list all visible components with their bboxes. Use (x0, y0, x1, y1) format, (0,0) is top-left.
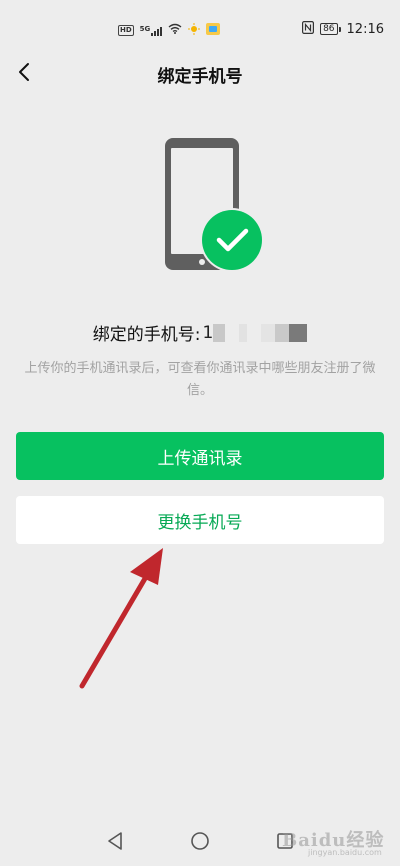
upload-contacts-button[interactable]: 上传通讯录 (16, 432, 384, 480)
network-type-label: 5G (139, 24, 151, 33)
status-right: 86 12:16 (302, 20, 384, 38)
bound-number-label: 绑定的手机号: (92, 325, 201, 345)
status-bar: HD 5G 86 12:16 (0, 0, 400, 52)
system-navigation-bar (0, 818, 400, 866)
app-notification-icon (206, 22, 221, 38)
status-indicators: HD 5G (118, 22, 221, 38)
system-recent-apps-button[interactable] (270, 828, 300, 858)
screen: HD 5G 86 12:16 绑定手机号 绑定的手机号: 1 上传你的手机通讯录… (0, 0, 400, 866)
upload-description: 上传你的手机通讯录后，可查看你通讯录中哪些朋友注册了微信。 (24, 361, 376, 398)
battery-icon: 86 (320, 23, 341, 35)
hd-badge: HD (118, 24, 134, 36)
triangle-back-icon (106, 831, 124, 855)
status-time: 12:16 (346, 21, 384, 37)
phone-number-prefix: 1 (202, 322, 214, 343)
weather-icon (188, 22, 201, 38)
change-phone-number-button[interactable]: 更换手机号 (16, 496, 384, 544)
check-circle-icon (202, 210, 262, 270)
navigation-bar: 绑定手机号 (0, 52, 400, 96)
system-home-button[interactable] (185, 828, 215, 858)
system-back-button[interactable] (100, 828, 130, 858)
masked-phone-number: 1 (202, 322, 308, 343)
square-recent-icon (276, 832, 294, 854)
circle-home-icon (190, 831, 210, 855)
nfc-icon (302, 20, 315, 38)
signal-icon: 5G (140, 25, 163, 36)
phone-check-illustration (160, 134, 270, 274)
page-title: 绑定手机号 (157, 67, 243, 87)
bound-number-line: 绑定的手机号: 1 (0, 320, 400, 345)
battery-level: 86 (320, 23, 338, 35)
wifi-icon (168, 23, 182, 37)
